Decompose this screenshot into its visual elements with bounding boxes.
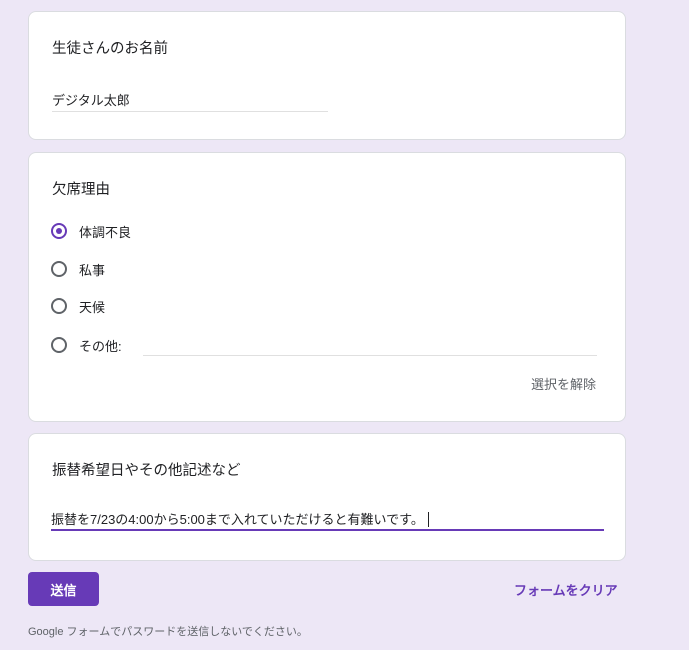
option-label: 天候: [79, 299, 106, 315]
name-answer-input[interactable]: デジタル太郎: [52, 90, 328, 112]
option-other[interactable]: その他:: [51, 335, 122, 355]
radio-button[interactable]: [51, 261, 67, 277]
submit-button[interactable]: 送信: [28, 572, 99, 606]
radio-button[interactable]: [51, 223, 67, 239]
option-personal[interactable]: 私事: [51, 259, 105, 279]
text-cursor: [427, 512, 429, 527]
option-label: 私事: [79, 262, 106, 278]
note-answer-text: 振替を7/23の4:00から5:00まで入れていただけると有難いです。: [51, 512, 424, 527]
reason-question-card: 欠席理由 体調不良 私事 天候 その他: 選択を解除: [28, 152, 626, 422]
option-poor-health[interactable]: 体調不良: [51, 221, 131, 241]
option-label: 体調不良: [79, 224, 132, 240]
note-answer-input[interactable]: 振替を7/23の4:00から5:00まで入れていただけると有難いです。: [51, 503, 604, 531]
name-question-title: 生徒さんのお名前: [52, 41, 168, 57]
radio-button[interactable]: [51, 298, 67, 314]
clear-selection-button[interactable]: 選択を解除: [531, 374, 596, 393]
note-question-card: 振替希望日やその他記述など 振替を7/23の4:00から5:00まで入れていただ…: [28, 433, 626, 561]
note-question-title: 振替希望日やその他記述など: [52, 463, 241, 479]
radio-button[interactable]: [51, 337, 67, 353]
option-label: その他:: [79, 338, 122, 354]
password-warning: Google フォームでパスワードを送信しないでください。: [28, 626, 308, 638]
other-text-input[interactable]: [143, 355, 597, 356]
option-weather[interactable]: 天候: [51, 296, 105, 316]
name-question-card: 生徒さんのお名前 デジタル太郎: [28, 11, 626, 140]
clear-form-button[interactable]: フォームをクリア: [514, 580, 618, 599]
reason-question-title: 欠席理由: [52, 182, 110, 198]
